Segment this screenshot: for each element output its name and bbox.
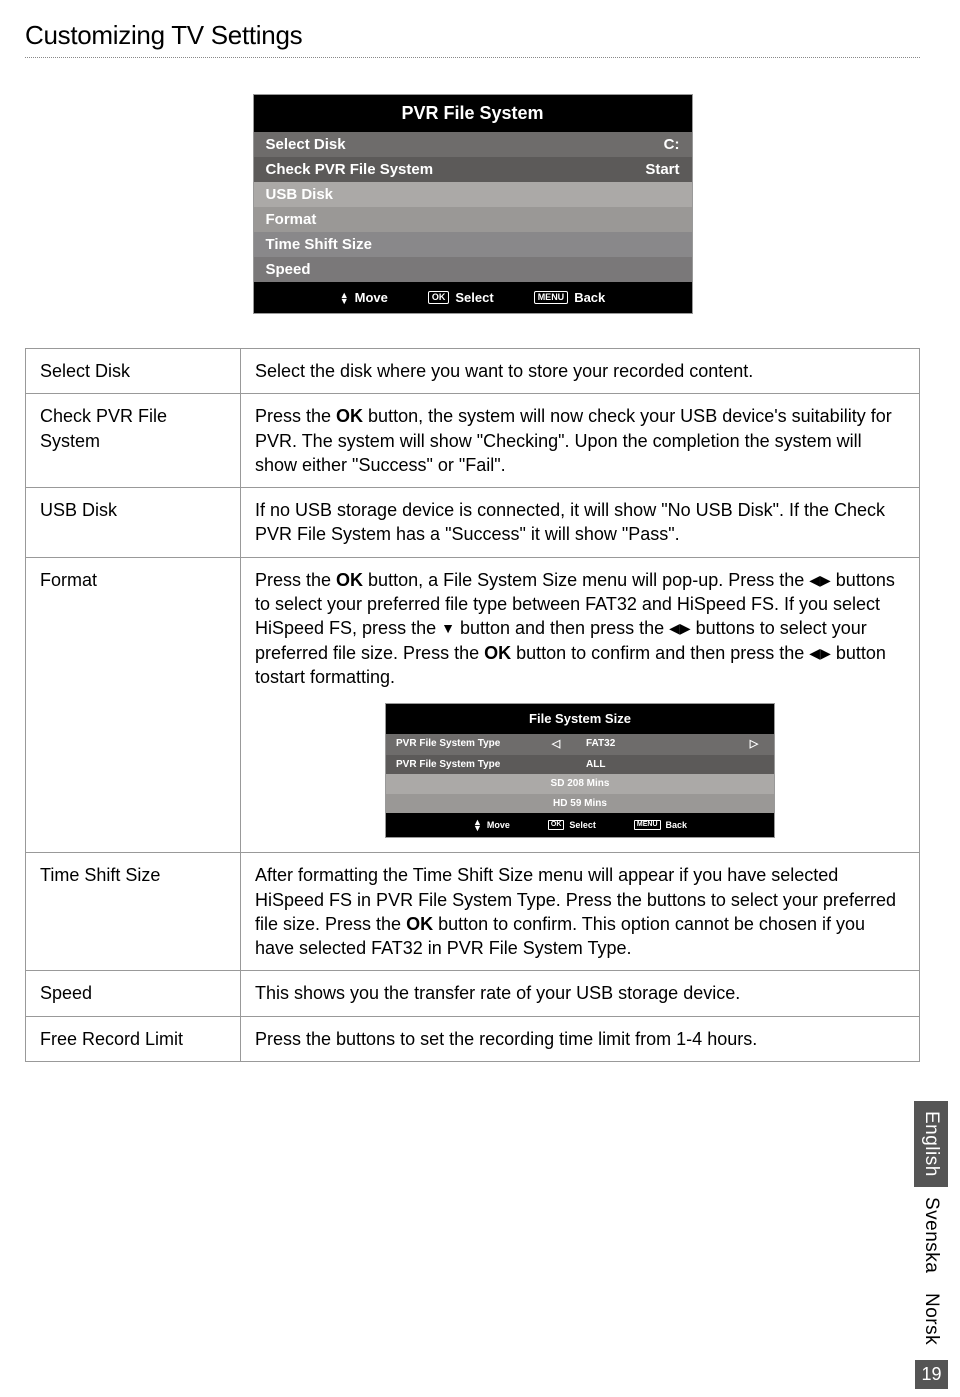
pvr-row-value: C: [664,136,680,153]
fss-row-value: FAT32 [566,737,744,751]
pvr-row-label: USB Disk [266,186,334,203]
row-label: Format [26,557,241,853]
table-row: USB Disk If no USB storage device is con… [26,488,920,558]
row-label: Select Disk [26,349,241,394]
description-table: Select Disk Select the disk where you wa… [25,348,920,1062]
fss-panel-title: File System Size [386,704,774,734]
pvr-panel-footer: ▲▼ Move OK Select MENU Back [254,282,692,313]
ok-text: OK [336,570,363,590]
menu-icon: MENU [534,291,569,304]
left-right-icon: ◀▶ [809,571,831,590]
fss-panel-footer: ▲▼ Move OK Select MENU Back [386,813,774,837]
lang-tab-svenska[interactable]: Svenska [914,1187,948,1283]
separator-line [25,57,920,58]
row-label: Time Shift Size [26,853,241,971]
row-desc: Press the buttons to set the recording t… [241,1016,920,1061]
lang-tab-norsk[interactable]: Norsk [914,1283,948,1355]
table-row: Speed This shows you the transfer rate o… [26,971,920,1016]
row-label: Free Record Limit [26,1016,241,1061]
left-icon: ◁ [546,737,566,752]
row-desc: If no USB storage device is connected, i… [241,488,920,558]
fss-row-type[interactable]: PVR File System Type ◁ FAT32 ▷ [386,734,774,755]
fss-panel: File System Size PVR File System Type ◁ … [385,703,775,838]
pvr-row-label: Format [266,211,317,228]
table-row: Select Disk Select the disk where you wa… [26,349,920,394]
pvr-panel-title: PVR File System [254,95,692,132]
pvr-panel: PVR File System Select Disk C: Check PVR… [253,94,693,314]
page-title: Customizing TV Settings [25,20,920,51]
fss-row-label: PVR File System Type [396,758,546,772]
row-desc: After formatting the Time Shift Size men… [241,853,920,971]
row-desc: Press the OK button, a File System Size … [241,557,920,853]
left-right-icon: ◀▶ [809,644,831,663]
footer-select-label: Select [455,290,493,305]
row-desc: Select the disk where you want to store … [241,349,920,394]
fss-row-sd: SD 208 Mins [386,774,774,794]
fss-sd-value: SD 208 Mins [396,777,764,791]
updown-icon: ▲▼ [340,292,349,304]
footer-move-label: Move [487,819,510,831]
row-desc: Press the OK button, the system will now… [241,394,920,488]
down-icon: ▼ [441,619,455,638]
updown-icon: ▲▼ [473,819,482,831]
fss-hd-value: HD 59 Mins [396,797,764,811]
pvr-row-value: Start [645,161,679,178]
pvr-row-check[interactable]: Check PVR File System Start [254,157,692,182]
row-desc: This shows you the transfer rate of your… [241,971,920,1016]
page-number: 19 [915,1360,948,1389]
fss-row-type2[interactable]: PVR File System Type ALL [386,755,774,775]
pvr-row-select-disk[interactable]: Select Disk C: [254,132,692,157]
ok-text: OK [406,914,433,934]
fss-row-value: ALL [566,758,744,772]
language-tabs: English Svenska Norsk [914,1101,948,1355]
lang-tab-english[interactable]: English [914,1101,948,1187]
pvr-row-timeshift[interactable]: Time Shift Size [254,232,692,257]
table-row: Free Record Limit Press the buttons to s… [26,1016,920,1061]
pvr-row-label: Speed [266,261,311,278]
pvr-row-format[interactable]: Format [254,207,692,232]
left-right-icon: ◀▶ [669,619,691,638]
ok-icon: OK [548,820,565,830]
right-icon: ▷ [744,737,764,752]
ok-icon: OK [428,291,450,304]
footer-select-label: Select [569,819,596,831]
ok-text: OK [336,406,363,426]
pvr-row-usb[interactable]: USB Disk [254,182,692,207]
row-label: USB Disk [26,488,241,558]
footer-move-label: Move [355,290,388,305]
table-row: Check PVR File System Press the OK butto… [26,394,920,488]
footer-back-label: Back [666,819,688,831]
footer-back-label: Back [574,290,605,305]
ok-text: OK [484,643,511,663]
menu-icon: MENU [634,820,661,830]
row-label: Speed [26,971,241,1016]
fss-row-label: PVR File System Type [396,737,546,751]
pvr-row-label: Select Disk [266,136,346,153]
table-row: Format Press the OK button, a File Syste… [26,557,920,853]
fss-row-hd: HD 59 Mins [386,794,774,814]
pvr-row-label: Check PVR File System [266,161,434,178]
table-row: Time Shift Size After formatting the Tim… [26,853,920,971]
pvr-row-speed[interactable]: Speed [254,257,692,282]
pvr-row-label: Time Shift Size [266,236,372,253]
row-label: Check PVR File System [26,394,241,488]
